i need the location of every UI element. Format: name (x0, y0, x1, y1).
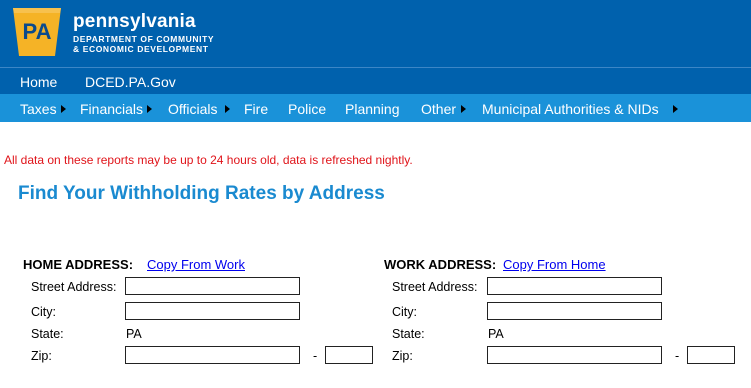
work-address-heading: WORK ADDRESS: (384, 257, 497, 272)
work-zip-separator: - (675, 349, 680, 363)
home-zip-input[interactable] (125, 346, 300, 364)
taxes-submenu-arrow-icon[interactable] (61, 105, 66, 113)
page-title: Find Your Withholding Rates by Address (18, 183, 385, 204)
nav-financials[interactable]: Financials (80, 101, 143, 117)
work-zip-input[interactable] (487, 346, 662, 364)
work-street-label: Street Address: (392, 280, 478, 294)
work-city-label: City: (392, 305, 417, 319)
financials-submenu-arrow-icon[interactable] (147, 105, 152, 113)
work-city-input[interactable] (487, 302, 662, 320)
officials-submenu-arrow-icon[interactable] (225, 105, 230, 113)
work-zip-label: Zip: (392, 349, 413, 363)
nav-other[interactable]: Other (421, 101, 456, 117)
home-state-value: PA (126, 327, 142, 341)
nav-home-link[interactable]: Home (20, 74, 57, 90)
nav-police[interactable]: Police (288, 101, 326, 117)
logo-text: PA (22, 19, 52, 44)
nav-dced-link[interactable]: DCED.PA.Gov (85, 74, 176, 90)
home-zip-extension-input[interactable] (325, 346, 373, 364)
brand-department-line-2: & ECONOMIC DEVELOPMENT (73, 44, 209, 54)
nav-planning[interactable]: Planning (345, 101, 400, 117)
other-submenu-arrow-icon[interactable] (461, 105, 466, 113)
home-zip-label: Zip: (31, 349, 52, 363)
secondary-nav: Taxes Financials Officials Fire Police P… (0, 94, 751, 122)
work-state-label: State: (392, 327, 425, 341)
nav-officials[interactable]: Officials (168, 101, 218, 117)
data-freshness-notice: All data on these reports may be up to 2… (4, 153, 413, 167)
copy-from-work-link[interactable]: Copy From Work (147, 257, 245, 272)
home-street-input[interactable] (125, 277, 300, 295)
work-zip-extension-input[interactable] (687, 346, 735, 364)
home-zip-separator: - (313, 349, 318, 363)
municipal-submenu-arrow-icon[interactable] (673, 105, 678, 113)
copy-from-home-link[interactable]: Copy From Home (503, 257, 606, 272)
work-street-input[interactable] (487, 277, 662, 295)
nav-taxes[interactable]: Taxes (20, 101, 57, 117)
home-street-label: Street Address: (31, 280, 117, 294)
site-header: PA pennsylvania DEPARTMENT OF COMMUNITY … (0, 0, 751, 67)
nav-fire[interactable]: Fire (244, 101, 268, 117)
nav-municipal-authorities[interactable]: Municipal Authorities & NIDs (482, 101, 659, 117)
home-address-heading: HOME ADDRESS: (23, 257, 134, 272)
brand-name: pennsylvania (73, 11, 196, 32)
home-city-input[interactable] (125, 302, 300, 320)
home-city-label: City: (31, 305, 56, 319)
home-state-label: State: (31, 327, 64, 341)
primary-nav: Home DCED.PA.Gov (0, 67, 751, 94)
brand-department-line-1: DEPARTMENT OF COMMUNITY (73, 34, 215, 44)
work-state-value: PA (488, 327, 504, 341)
